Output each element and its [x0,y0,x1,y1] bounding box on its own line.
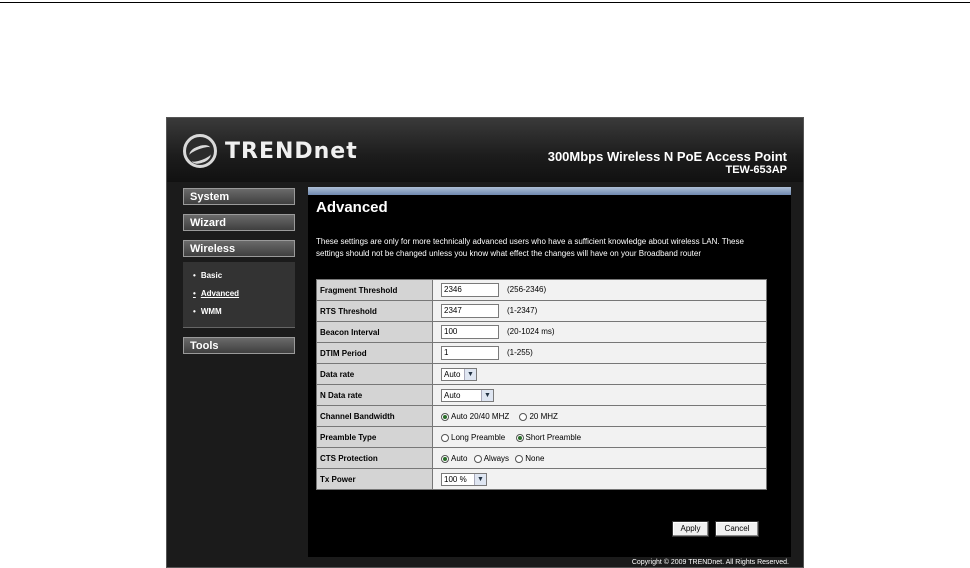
tx-power-selected: 100 % [444,474,467,484]
page-title: Advanced [316,199,388,216]
beacon-interval-label: Beacon Interval [316,321,433,343]
preamble-type-cell: Long Preamble Short Preamble [432,426,767,448]
bullet-icon: • [193,289,196,298]
bandwidth-option-auto[interactable]: Auto 20/40 MHZ [441,412,509,421]
product-title: 300Mbps Wireless N PoE Access Point [547,149,787,164]
cancel-button[interactable]: Cancel [715,521,759,537]
cts-option-label: Auto [451,453,468,463]
table-row: Data rate Auto ▼ [316,363,767,385]
sidebar-nav: System Wizard Wireless • Basic • Advanced … [183,188,295,363]
dtim-period-input[interactable]: 1 [441,346,499,360]
data-rate-cell: Auto ▼ [432,363,767,385]
data-rate-select[interactable]: Auto ▼ [441,367,477,381]
submenu-label: Basic [200,271,223,280]
data-rate-selected: Auto [444,369,461,379]
dtim-period-cell: 1 (1-255) [432,342,767,364]
radio-selected-icon [515,433,524,442]
router-admin-window: TRENDnet 300Mbps Wireless N PoE Access P… [166,117,804,568]
sidebar-item-wizard[interactable]: Wizard [183,214,295,231]
cts-option-label: Always [483,453,510,463]
table-row: CTS Protection Auto Always None [316,447,767,469]
bullet-icon: • [193,307,196,316]
cts-protection-cell: Auto Always None [432,447,767,469]
n-data-rate-selected: Auto [444,390,461,400]
channel-bandwidth-label: Channel Bandwidth [316,405,433,427]
table-row: DTIM Period 1 (1-255) [316,342,767,364]
trendnet-logo-icon [183,134,217,168]
submenu-item-basic[interactable]: • Basic [183,267,295,285]
chevron-down-icon: ▼ [474,473,486,485]
table-row: RTS Threshold 2347 (1-2347) [316,300,767,322]
sidebar-item-tools[interactable]: Tools [183,337,295,354]
table-row: Preamble Type Long Preamble Short Preamb… [316,426,767,448]
cts-option-none[interactable]: None [515,454,544,463]
cts-option-always[interactable]: Always [473,453,510,463]
rts-threshold-label: RTS Threshold [316,300,433,322]
content-accent-bar [308,187,791,195]
apply-button[interactable]: Apply [672,521,709,537]
fragment-threshold-cell: 2346 (256-2346) [432,279,767,301]
preamble-option-long[interactable]: Long Preamble [441,433,505,442]
rts-threshold-cell: 2347 (1-2347) [432,300,767,322]
preamble-option-label: Long Preamble [451,432,506,442]
submenu-label: Advanced [200,289,240,298]
submenu-item-wmm[interactable]: • WMM [183,303,295,321]
bandwidth-option-label: 20 MHZ [529,411,558,421]
radio-unselected-icon [515,454,524,463]
sidebar-item-system[interactable]: System [183,188,295,205]
beacon-interval-input[interactable]: 100 [441,325,499,339]
radio-selected-icon [441,454,449,463]
cts-option-auto[interactable]: Auto [441,454,467,463]
rts-threshold-input[interactable]: 2347 [441,304,499,318]
n-data-rate-cell: Auto ▼ [432,384,767,406]
copyright-footer: Copyright © 2009 TRENDnet. All Rights Re… [631,559,789,566]
beacon-interval-hint: (20-1024 ms) [507,327,555,337]
radio-unselected-icon [519,412,528,421]
n-data-rate-select[interactable]: Auto ▼ [441,388,494,402]
brand-name: TRENDnet [225,138,358,164]
bullet-icon: • [193,271,196,280]
chevron-down-icon: ▼ [464,368,476,380]
cts-protection-label: CTS Protection [316,447,433,469]
submenu-label: WMM [200,307,222,316]
tx-power-select[interactable]: 100 % ▼ [441,472,487,486]
tx-power-label: Tx Power [316,468,433,490]
n-data-rate-label: N Data rate [316,384,433,406]
fragment-threshold-input[interactable]: 2346 [441,283,499,297]
brand-logo: TRENDnet [183,133,358,169]
product-model: TEW-653AP [725,164,787,176]
fragment-threshold-hint: (256-2346) [507,285,547,295]
cts-option-label: None [525,453,545,463]
sidebar-item-wireless[interactable]: Wireless [183,240,295,257]
table-row: Fragment Threshold 2346 (256-2346) [316,279,767,301]
header-banner: TRENDnet 300Mbps Wireless N PoE Access P… [167,118,803,182]
channel-bandwidth-cell: Auto 20/40 MHZ 20 MHZ [432,405,767,427]
preamble-option-short[interactable]: Short Preamble [515,432,582,442]
radio-unselected-icon [473,454,482,463]
tx-power-cell: 100 % ▼ [432,468,767,490]
data-rate-label: Data rate [316,363,433,385]
dtim-period-label: DTIM Period [316,342,433,364]
fragment-threshold-label: Fragment Threshold [316,279,433,301]
chevron-down-icon: ▼ [481,389,493,401]
submenu-item-advanced[interactable]: • Advanced [183,285,295,303]
dtim-period-hint: (1-255) [507,348,533,358]
rts-threshold-hint: (1-2347) [507,306,538,316]
radio-selected-icon [441,412,449,421]
table-row: N Data rate Auto ▼ [316,384,767,406]
wireless-submenu: • Basic • Advanced • WMM [183,262,295,328]
preamble-option-label: Short Preamble [525,432,582,442]
settings-table: Fragment Threshold 2346 (256-2346) RTS Th… [316,279,767,490]
preamble-type-label: Preamble Type [316,426,433,448]
table-row: Channel Bandwidth Auto 20/40 MHZ 20 MHZ [316,405,767,427]
radio-unselected-icon [441,433,449,442]
table-row: Tx Power 100 % ▼ [316,468,767,490]
table-row: Beacon Interval 100 (20-1024 ms) [316,321,767,343]
bandwidth-option-20mhz[interactable]: 20 MHZ [519,411,558,421]
main-content: Advanced These settings are only for mor… [308,187,791,557]
bandwidth-option-label: Auto 20/40 MHZ [451,411,510,421]
page-top-rule [0,2,970,3]
page-description: These settings are only for more technic… [316,237,744,258]
beacon-interval-cell: 100 (20-1024 ms) [432,321,767,343]
